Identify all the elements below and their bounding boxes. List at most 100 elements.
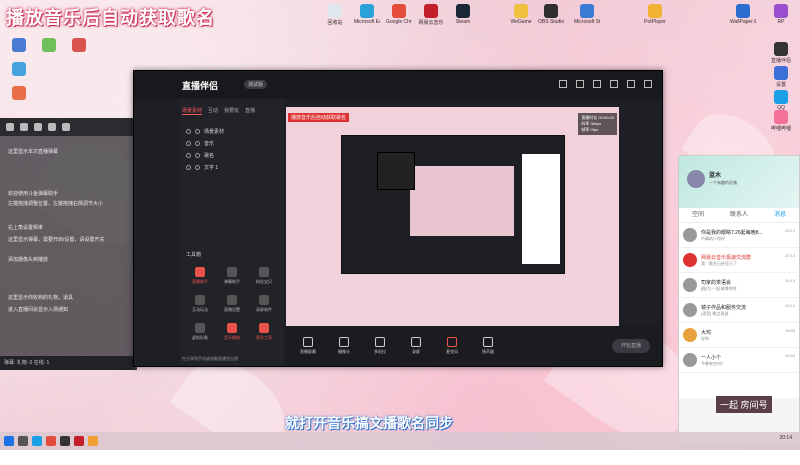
close-icon[interactable] bbox=[644, 80, 652, 88]
desktop-icon-recycle[interactable]: 回收站 bbox=[322, 4, 348, 26]
danmaku-panel[interactable]: 这里显示本次直播弹幕 欢迎使用斗鱼弹幕助手 左键拖拽调整位置，左键拖拽右侧调节大… bbox=[0, 118, 137, 370]
list-item[interactable]: 镜子作品和服务交流 [语音] 晚点再说 20:12 bbox=[679, 298, 799, 323]
start-icon[interactable] bbox=[4, 436, 14, 446]
settings-icon[interactable] bbox=[6, 123, 14, 131]
danmaku-message: 这里显示本次直播弹幕 bbox=[8, 149, 59, 155]
record-button[interactable]: 录屏 bbox=[402, 337, 430, 355]
tool-danmaku[interactable]: 弹幕助手 bbox=[216, 267, 248, 285]
list-item[interactable]: 一人小个 今晚有空吗？ 19:40 bbox=[679, 348, 799, 373]
grid-icon[interactable] bbox=[576, 80, 584, 88]
avatar bbox=[683, 303, 697, 317]
desktop-icon-settings[interactable]: 设置 bbox=[768, 66, 794, 88]
danmaku-message: 这里显示你收到的礼物，道具 bbox=[8, 295, 74, 301]
visibility-icon[interactable] bbox=[186, 128, 191, 134]
microphone-icon bbox=[447, 337, 457, 347]
camera-button[interactable]: 摄像头 bbox=[330, 337, 358, 355]
desktop-icon-netease[interactable]: 网易云音乐 bbox=[418, 4, 444, 26]
desktop-icon-store[interactable]: Microsoft Store bbox=[574, 4, 600, 25]
list-item[interactable]: 大鸡 好的 19:55 bbox=[679, 323, 799, 348]
minimize-icon[interactable] bbox=[610, 80, 618, 88]
list-item[interactable]: 网易云音乐极速交流群 我：歌名已经显示了 20:14 bbox=[679, 248, 799, 273]
desktop-icon[interactable] bbox=[6, 62, 32, 77]
desktop-icon-steam[interactable]: Steam bbox=[450, 4, 476, 25]
tab-space[interactable]: 空间 bbox=[692, 208, 704, 222]
scene-item[interactable]: 场景素材 bbox=[180, 125, 284, 137]
qq-taskbar-icon[interactable] bbox=[32, 436, 42, 446]
live-companion-taskbar-icon[interactable] bbox=[60, 436, 70, 446]
menu-icon[interactable] bbox=[593, 80, 601, 88]
folder-icon[interactable] bbox=[88, 436, 98, 446]
tool-record[interactable]: 录屏软件 bbox=[248, 295, 280, 313]
scene-item[interactable]: 文字 1 bbox=[180, 161, 284, 173]
tool-more[interactable]: 更多工具 bbox=[248, 323, 280, 341]
scene-item[interactable]: 歌名 bbox=[180, 149, 284, 161]
lock-icon[interactable] bbox=[195, 128, 200, 134]
maximize-icon[interactable] bbox=[627, 80, 635, 88]
taskbar-clock: 20:14 bbox=[779, 435, 792, 441]
desktop-icon-potplayer[interactable]: PotPlayer bbox=[642, 4, 668, 25]
desktop-icon-edge[interactable]: Microsoft Edge bbox=[354, 4, 380, 25]
live-companion-window[interactable]: 直播伴侣 测试版 场景素材 互动 我要玩 直播 场景素材 音乐 歌名 文字 1 bbox=[133, 70, 663, 367]
multi-camera-button[interactable]: 多机位 bbox=[366, 337, 394, 355]
window-controls bbox=[559, 80, 652, 88]
avatar bbox=[683, 228, 697, 242]
desktop-icon-wallpaper[interactable]: WallPaper Engine bbox=[730, 4, 756, 25]
desktop-icon-wegame[interactable]: WeGame bbox=[508, 4, 534, 25]
lock-icon[interactable] bbox=[195, 164, 200, 170]
chrome-taskbar-icon[interactable] bbox=[46, 436, 56, 446]
visibility-icon[interactable] bbox=[186, 152, 191, 158]
desktop-icon[interactable] bbox=[36, 38, 62, 53]
start-live-button[interactable]: 开始直播 bbox=[612, 339, 650, 353]
list-item[interactable]: 你是我的眼睛7.26起每晚8... 中毒的人你好 20:14 bbox=[679, 223, 799, 248]
visibility-icon[interactable] bbox=[186, 164, 191, 170]
desktop-icon[interactable] bbox=[66, 38, 92, 53]
screen-capture-button[interactable]: 直播屏幕 bbox=[294, 337, 322, 355]
desktop-icon-rp[interactable]: RP bbox=[768, 4, 794, 25]
close-icon[interactable] bbox=[62, 123, 70, 131]
nested-preview-recursion bbox=[377, 152, 415, 190]
scene-item[interactable]: 音乐 bbox=[180, 137, 284, 149]
desktop-icon[interactable] bbox=[6, 38, 32, 53]
search-icon[interactable] bbox=[18, 436, 28, 446]
pin-icon[interactable] bbox=[48, 123, 56, 131]
avatar[interactable] bbox=[687, 170, 705, 188]
visibility-icon[interactable] bbox=[186, 140, 191, 146]
desktop-icon-live-companion[interactable]: 直播伴侣 bbox=[768, 42, 794, 64]
lock-icon[interactable] bbox=[195, 140, 200, 146]
tab-interact[interactable]: 互动 bbox=[208, 107, 218, 115]
list-item[interactable]: 司家的茶语会 [图片] 一起来喝茶吧 20:13 bbox=[679, 273, 799, 298]
desktop-icon[interactable] bbox=[6, 86, 32, 101]
lock-icon[interactable] bbox=[195, 152, 200, 158]
app-logo: 直播伴侣 bbox=[182, 81, 219, 91]
lock-icon[interactable] bbox=[20, 123, 28, 131]
tool-interact[interactable]: 互动玩法 bbox=[184, 295, 216, 313]
app-title-bar[interactable]: 直播伴侣 测试版 bbox=[134, 71, 662, 99]
desktop-icon-chrome[interactable]: Google Chrome bbox=[386, 4, 412, 25]
desktop-icon-qq[interactable]: QQ bbox=[768, 90, 794, 111]
tab-scene-sources[interactable]: 场景素材 bbox=[182, 107, 203, 115]
version-badge: 测试版 bbox=[244, 80, 268, 89]
danmaku-message: 右上角设置频率 bbox=[8, 225, 44, 231]
gift-icon[interactable] bbox=[559, 80, 567, 88]
camera-icon bbox=[339, 337, 349, 347]
speaker-button[interactable]: 扬声器 bbox=[474, 337, 502, 355]
danmaku-message: 这里显示弹幕，需要开启/设置，请设置开关 bbox=[8, 237, 105, 243]
microphone-button[interactable]: 麦克风 bbox=[438, 337, 466, 355]
netease-taskbar-icon[interactable] bbox=[74, 436, 84, 446]
desktop-icon-bilibili[interactable]: 哔哩哔哩 bbox=[768, 110, 794, 132]
tool-music[interactable]: 音乐播放 bbox=[216, 323, 248, 341]
desktop-icon-obs[interactable]: OBS Studio bbox=[538, 4, 564, 25]
tool-avatar[interactable]: 虚拟形象 bbox=[184, 323, 216, 341]
tool-fans[interactable]: 粉丝宝贝 bbox=[248, 267, 280, 285]
monitor-icon bbox=[303, 337, 313, 347]
tool-live-assistant[interactable]: 直播助手 bbox=[184, 267, 216, 285]
tab-play[interactable]: 我要玩 bbox=[224, 107, 239, 115]
stream-preview[interactable]: 播放音乐后自动获取歌名 直播时长 00:00:00 码率 0kbps 帧率 0f… bbox=[286, 107, 619, 326]
tab-contacts[interactable]: 联系人 bbox=[730, 208, 748, 222]
tab-live[interactable]: 直播 bbox=[245, 107, 255, 115]
eye-icon[interactable] bbox=[34, 123, 42, 131]
tool-settings[interactable]: 直播设置 bbox=[216, 295, 248, 313]
now-playing-tag: 播放音乐后自动获取歌名 bbox=[288, 113, 350, 122]
qq-tabs: 空间 联系人 消息 bbox=[679, 208, 799, 223]
tab-messages[interactable]: 消息 bbox=[774, 208, 786, 222]
